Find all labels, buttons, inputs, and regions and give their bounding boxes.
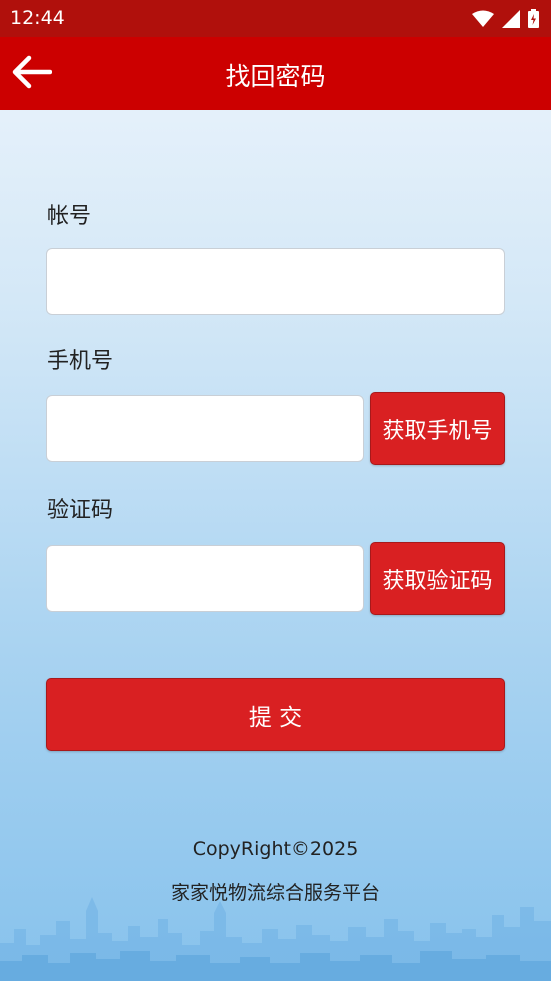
signal-icon: [502, 9, 520, 32]
phone-input[interactable]: [46, 395, 364, 462]
account-label: 帐号: [47, 204, 92, 229]
account-input[interactable]: [46, 248, 505, 315]
copyright-text: CopyRight©2025: [192, 838, 359, 860]
battery-icon: [528, 9, 539, 32]
status-icons: [472, 9, 539, 32]
code-input[interactable]: [46, 545, 364, 612]
status-time: 12:44: [10, 7, 65, 29]
submit-button[interactable]: 提 交: [46, 678, 505, 751]
code-label: 验证码: [47, 498, 114, 523]
page-title: 找回密码: [225, 62, 326, 91]
get-phone-button[interactable]: 获取手机号: [370, 392, 505, 465]
platform-name: 家家悦物流综合服务平台: [170, 882, 380, 904]
get-code-button[interactable]: 获取验证码: [370, 542, 505, 615]
phone-label: 手机号: [47, 349, 114, 374]
wifi-icon: [472, 10, 494, 32]
status-bar: 12:44: [0, 0, 551, 37]
app-bar: 找回密码: [0, 37, 551, 110]
